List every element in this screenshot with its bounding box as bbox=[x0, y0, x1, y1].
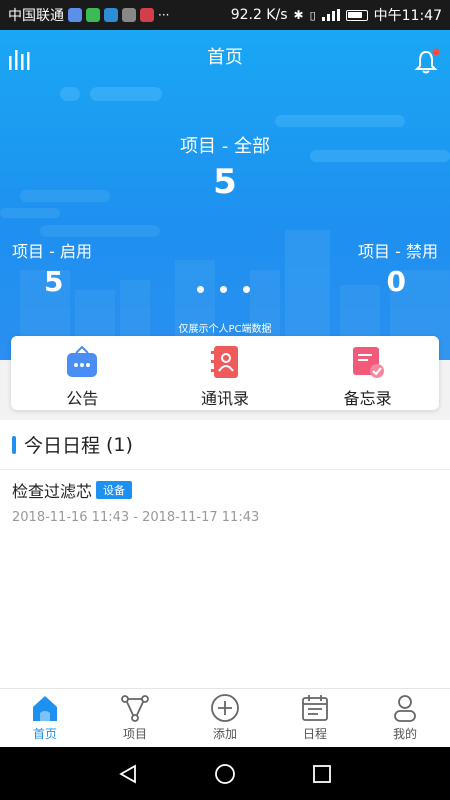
home-icon bbox=[33, 696, 57, 721]
disabled-projects-label: 项目 - 禁用 bbox=[358, 242, 438, 261]
wechat-icon bbox=[86, 8, 100, 22]
quick-actions-card: 公告 通讯录 备忘录 bbox=[11, 336, 439, 410]
schedule-section-header: 今日日程 (1) bbox=[0, 420, 450, 470]
carousel-indicator[interactable] bbox=[197, 286, 250, 293]
page-dot bbox=[197, 286, 204, 293]
network-speed: 92.2 K/s bbox=[230, 7, 288, 23]
carrier-text: 中国联通 bbox=[8, 8, 64, 24]
quick-action-memo[interactable]: 备忘录 bbox=[296, 336, 439, 410]
signal-icon bbox=[321, 9, 340, 21]
nav-tab-home[interactable]: 首页 bbox=[0, 689, 90, 747]
pc-data-note: 仅展示个人PC端数据 bbox=[178, 324, 272, 335]
disabled-projects-value: 0 bbox=[386, 265, 406, 298]
event-category-badge: 设备 bbox=[96, 481, 133, 499]
app-notification-icon bbox=[140, 8, 154, 22]
schedule-event-item[interactable]: 检查过滤芯 设备 2018-11-16 11:43 - 2018-11-17 1… bbox=[12, 478, 259, 525]
event-time-range: 2018-11-16 11:43 - 2018-11-17 11:43 bbox=[12, 510, 260, 525]
nav-tab-add[interactable]: 添加 bbox=[180, 689, 270, 747]
quick-action-contacts[interactable]: 通讯录 bbox=[154, 336, 297, 410]
back-icon[interactable] bbox=[117, 763, 139, 785]
nav-label: 首页 bbox=[32, 727, 57, 741]
enabled-projects-label: 项目 - 启用 bbox=[12, 242, 92, 261]
schedule-count: (1) bbox=[106, 433, 133, 456]
nav-label: 我的 bbox=[392, 727, 417, 741]
nav-tab-project[interactable]: 项目 bbox=[90, 689, 180, 747]
quick-action-announcement[interactable]: 公告 bbox=[11, 336, 154, 410]
home-circle-icon[interactable] bbox=[213, 762, 237, 786]
nav-tab-mine[interactable]: 我的 bbox=[360, 689, 450, 747]
announcement-icon bbox=[67, 345, 98, 377]
clock: 中午11:47 bbox=[373, 8, 442, 24]
notification-dot bbox=[432, 48, 440, 56]
quick-action-label: 公告 bbox=[66, 389, 99, 408]
section-accent-bar bbox=[12, 435, 16, 454]
battery-icon bbox=[345, 9, 368, 21]
recent-apps-icon[interactable] bbox=[311, 763, 333, 785]
system-navigation-bar bbox=[0, 747, 450, 800]
event-title: 检查过滤芯 bbox=[12, 482, 93, 501]
contacts-book-icon bbox=[211, 346, 238, 378]
nav-label: 日程 bbox=[302, 727, 327, 741]
nav-label: 添加 bbox=[212, 727, 237, 741]
page-title: 首页 bbox=[207, 47, 243, 68]
app-notification-icon bbox=[104, 8, 118, 22]
status-bar: 中国联通 ··· 92.2 K/s ✱ ▯ 中午11:47 bbox=[0, 0, 450, 30]
page-dot bbox=[220, 286, 227, 293]
quick-action-label: 备忘录 bbox=[343, 389, 392, 408]
memo-icon bbox=[352, 347, 384, 378]
project-icon bbox=[121, 695, 149, 722]
nav-label: 项目 bbox=[122, 727, 147, 741]
app-notification-icon bbox=[68, 8, 82, 22]
vibrate-icon: ▯ bbox=[309, 8, 316, 22]
profile-icon bbox=[394, 695, 416, 722]
hero-banner: 首页 项目 - 全部 5 项目 - 启用 5 项目 - 禁用 0 仅展示个人PC… bbox=[0, 30, 450, 360]
schedule-title: 今日日程 bbox=[24, 435, 101, 457]
notification-bell-icon[interactable] bbox=[414, 48, 440, 74]
app-notification-icon bbox=[122, 8, 136, 22]
enabled-projects-value: 5 bbox=[44, 265, 64, 298]
total-projects-label: 项目 - 全部 bbox=[180, 136, 270, 157]
nav-tab-schedule[interactable]: 日程 bbox=[270, 689, 360, 747]
page-dot bbox=[243, 286, 250, 293]
add-circle-icon bbox=[211, 694, 239, 722]
bottom-navigation: 首页 项目 添加 日程 我的 bbox=[0, 688, 450, 747]
more-icon: ··· bbox=[158, 8, 170, 22]
calendar-icon bbox=[302, 695, 328, 721]
bluetooth-icon: ✱ bbox=[293, 8, 304, 22]
total-projects-value: 5 bbox=[213, 162, 237, 202]
quick-action-label: 通讯录 bbox=[201, 389, 250, 408]
